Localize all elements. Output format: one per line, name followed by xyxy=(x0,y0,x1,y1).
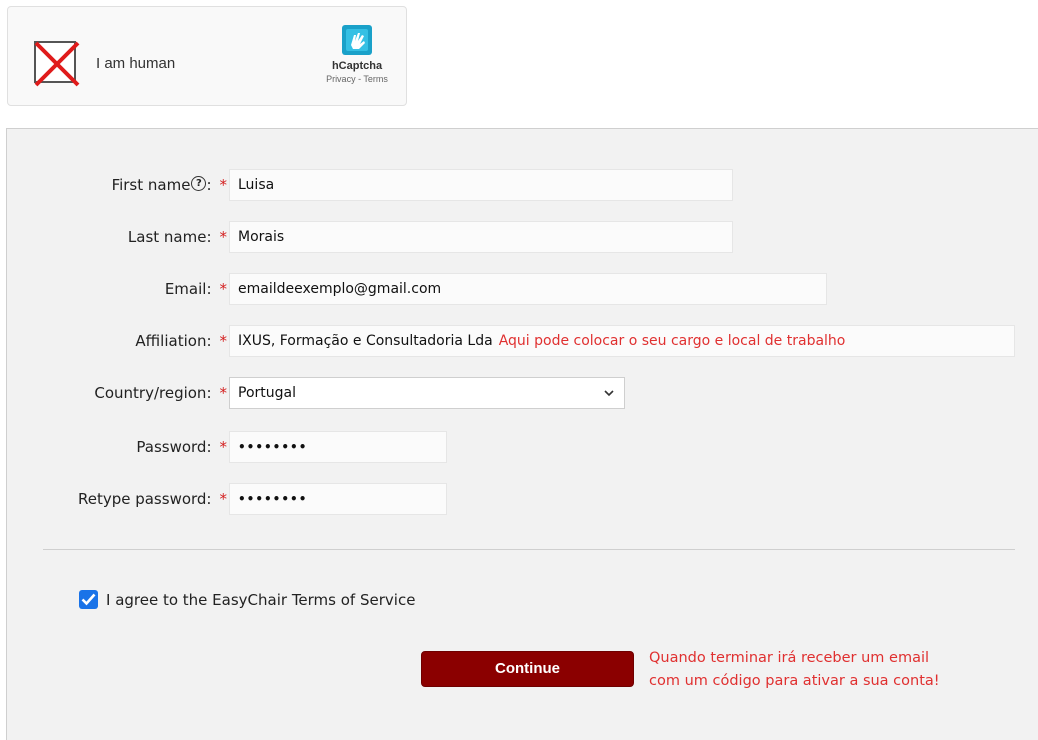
captcha-label: I am human xyxy=(96,55,176,72)
country-select[interactable]: Portugal xyxy=(229,377,625,409)
email-label: Email: * xyxy=(164,280,228,298)
captcha-terms-link[interactable]: Terms xyxy=(363,74,388,84)
continue-annotation-line-2: com um código para ativar a sua conta! xyxy=(649,673,940,689)
hcaptcha-widget: I am human hCaptcha Privacy - Terms xyxy=(7,6,407,106)
affiliation-input[interactable]: IXUS, Formação e Consultadoria Lda Aqui p… xyxy=(229,325,1015,357)
email-row: Email: * emaildeexemplo@gmail.com xyxy=(7,273,1038,305)
affiliation-value: IXUS, Formação e Consultadoria Lda xyxy=(238,333,493,349)
chevron-down-icon xyxy=(604,390,614,397)
hcaptcha-hand-icon xyxy=(342,25,372,55)
retype-password-row: Retype password: * •••••••• xyxy=(7,483,1038,515)
red-x-icon xyxy=(34,41,80,87)
retype-password-label: Retype password: * xyxy=(77,490,228,508)
captcha-links: Privacy - Terms xyxy=(320,74,394,84)
continue-annotation-line-1: Quando terminar irá receber um email xyxy=(649,650,930,666)
first-name-label: First name?: * xyxy=(111,176,228,194)
captcha-brand: hCaptcha xyxy=(331,60,383,72)
email-input[interactable]: emaildeexemplo@gmail.com xyxy=(229,273,827,305)
required-marker: * xyxy=(219,438,228,456)
continue-button[interactable]: Continue xyxy=(421,651,634,687)
captcha-checkbox[interactable] xyxy=(34,41,80,87)
last-name-row: Last name: * Morais xyxy=(7,221,1038,253)
question-circle-icon[interactable]: ? xyxy=(191,176,207,191)
required-marker: * xyxy=(219,384,228,402)
divider xyxy=(43,549,1015,550)
password-input[interactable]: •••••••• xyxy=(229,431,447,463)
password-label: Password: * xyxy=(136,438,227,456)
required-marker: * xyxy=(219,490,228,508)
affiliation-row: Affiliation: * IXUS, Formação e Consultad… xyxy=(7,325,1038,357)
affiliation-annotation: Aqui pode colocar o seu cargo e local de… xyxy=(498,333,846,349)
captcha-privacy-link[interactable]: Privacy xyxy=(326,74,356,84)
registration-form: First name?: * Luisa Last name: * Morais E… xyxy=(6,128,1038,740)
country-selected-value: Portugal xyxy=(238,385,296,401)
hcaptcha-logo: hCaptcha Privacy - Terms xyxy=(320,23,394,84)
country-row: Country/region: * Portugal xyxy=(7,377,1038,409)
continue-annotation: Quando terminar irá receber um email com… xyxy=(649,647,1009,693)
first-name-row: First name?: * Luisa xyxy=(7,169,1038,201)
required-marker: * xyxy=(219,332,228,350)
retype-password-input[interactable]: •••••••• xyxy=(229,483,447,515)
last-name-input[interactable]: Morais xyxy=(229,221,733,253)
terms-checkbox[interactable] xyxy=(79,590,98,609)
checkmark-icon xyxy=(81,593,96,606)
first-name-input[interactable]: Luisa xyxy=(229,169,733,201)
last-name-label: Last name: * xyxy=(127,228,228,246)
affiliation-label: Affiliation: * xyxy=(135,332,227,350)
password-row: Password: * •••••••• xyxy=(7,431,1038,463)
terms-label[interactable]: I agree to the EasyChair Terms of Servic… xyxy=(106,591,415,609)
country-label: Country/region: * xyxy=(94,384,227,402)
required-marker: * xyxy=(219,280,228,298)
required-marker: * xyxy=(219,176,228,194)
required-marker: * xyxy=(219,228,228,246)
